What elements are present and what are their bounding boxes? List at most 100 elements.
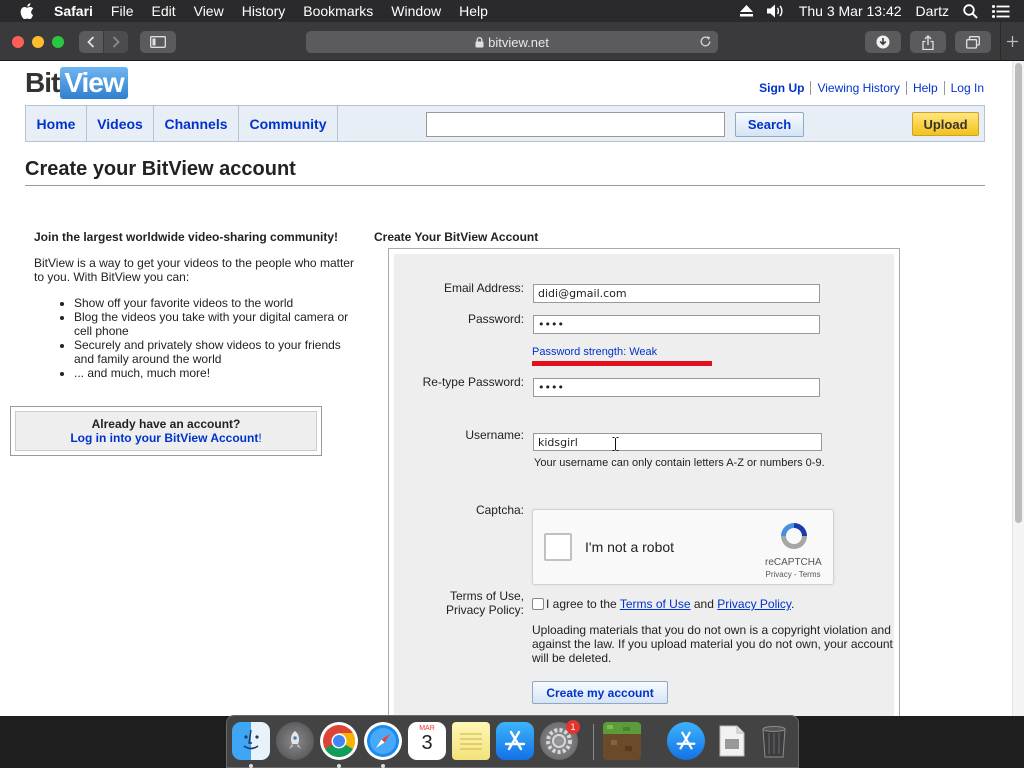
captcha-label: Captcha:	[475, 503, 524, 517]
search-input[interactable]	[426, 112, 725, 137]
zoom-window-button[interactable]	[52, 36, 64, 48]
help-link[interactable]: Help	[905, 81, 944, 95]
share-button[interactable]	[910, 31, 946, 53]
retype-password-label: Re-type Password:	[422, 375, 524, 389]
menu-file[interactable]: File	[111, 3, 134, 19]
tabs-overview-button[interactable]	[955, 31, 991, 53]
username-hint: Your username can only contain letters A…	[534, 457, 825, 469]
recaptcha-logo-icon	[778, 520, 810, 557]
sidebar-icon	[150, 36, 166, 48]
login-account-link[interactable]: Log in into your BitView Account	[70, 431, 258, 445]
username-field[interactable]: kidsgirl	[533, 433, 822, 451]
existing-account-inner: Already have an account? Log in into you…	[15, 411, 317, 451]
nav-videos[interactable]: Videos	[87, 106, 154, 141]
menu-history[interactable]: History	[242, 3, 286, 19]
terms-label-line1: Terms of Use,	[449, 589, 524, 603]
document-icon[interactable]	[713, 722, 751, 760]
finder-icon[interactable]	[232, 722, 270, 760]
new-tab-button[interactable]	[1000, 22, 1024, 61]
form-heading: Create Your BitView Account	[374, 230, 539, 244]
terms-of-use-link[interactable]: Terms of Use	[620, 597, 691, 611]
menu-app-safari[interactable]: Safari	[54, 3, 93, 19]
calendar-icon[interactable]: MAR 3	[408, 722, 446, 760]
reload-icon[interactable]	[699, 35, 712, 51]
eject-icon[interactable]	[739, 5, 753, 17]
calendar-month: MAR	[419, 725, 435, 732]
menu-window[interactable]: Window	[391, 3, 441, 19]
menubar-user[interactable]: Dartz	[916, 3, 949, 19]
intro-column: Join the largest worldwide video-sharing…	[34, 230, 354, 380]
menu-help[interactable]: Help	[459, 3, 488, 19]
minimize-window-button[interactable]	[32, 36, 44, 48]
downloads-button[interactable]	[865, 31, 901, 53]
sign-up-link[interactable]: Sign Up	[753, 81, 810, 95]
menu-bookmarks[interactable]: Bookmarks	[303, 3, 373, 19]
download-icon	[876, 35, 890, 49]
nav-channels[interactable]: Channels	[154, 106, 239, 141]
intro-heading: Join the largest worldwide video-sharing…	[34, 230, 339, 244]
signup-form-inner: Email Address: Password: Re-type Passwor…	[394, 254, 894, 716]
agree-prefix: I agree to the	[546, 597, 620, 611]
signup-form: Email Address: Password: Re-type Passwor…	[388, 248, 900, 716]
title-divider	[25, 185, 985, 186]
address-bar[interactable]: bitview.net	[306, 31, 718, 53]
list-icon[interactable]	[992, 4, 1010, 18]
menu-view[interactable]: View	[194, 3, 224, 19]
privacy-policy-link[interactable]: Privacy Policy	[717, 597, 791, 611]
password-strength-text: Password strength: Weak	[532, 346, 658, 358]
nav-community[interactable]: Community	[239, 106, 338, 141]
copyright-warning: Uploading materials that you do not own …	[532, 623, 893, 665]
nav-home[interactable]: Home	[26, 106, 87, 141]
scrollbar-thumb[interactable]	[1015, 63, 1022, 523]
back-button[interactable]	[79, 31, 103, 53]
existing-account-question: Already have an account?	[91, 417, 241, 431]
menu-bar: Safari File Edit View History Bookmarks …	[0, 0, 1024, 22]
password-field[interactable]: ••••	[533, 315, 820, 334]
recaptcha-checkbox[interactable]	[544, 533, 572, 561]
chevron-right-icon	[112, 36, 120, 48]
minecraft-icon[interactable]	[603, 722, 641, 760]
app-store-folder-icon[interactable]	[667, 722, 705, 760]
login-link-suffix: !	[258, 431, 262, 445]
page-scrollbar[interactable]	[1012, 61, 1024, 716]
address-url: bitview.net	[488, 34, 549, 50]
agree-terms-checkbox[interactable]	[532, 598, 544, 610]
password-label: Password:	[467, 312, 524, 326]
notes-icon[interactable]	[452, 722, 490, 760]
upload-button[interactable]: Upload	[912, 112, 979, 136]
list-item: Blog the videos you take with your digit…	[74, 310, 354, 338]
email-label: Email Address:	[443, 281, 524, 295]
password-strength-bar	[532, 361, 712, 366]
email-field[interactable]: didi@gmail.com	[533, 284, 820, 303]
create-account-button[interactable]: Create my account	[532, 681, 668, 704]
form-label-column: Email Address: Password: Re-type Passwor…	[394, 254, 524, 716]
dock: MAR 3 1	[226, 715, 799, 768]
forward-button[interactable]	[104, 31, 128, 53]
menu-edit[interactable]: Edit	[151, 3, 175, 19]
apple-icon[interactable]	[20, 3, 38, 19]
terms-label-line2: Privacy Policy:	[445, 603, 524, 617]
logo-view: View	[60, 67, 128, 99]
log-in-link[interactable]: Log In	[943, 81, 984, 95]
retype-password-field[interactable]: ••••	[533, 378, 820, 397]
page-title: Create your BitView account	[25, 158, 296, 180]
search-button[interactable]: Search	[735, 112, 804, 137]
list-item: Show off your favorite videos to the wor…	[74, 296, 354, 310]
chrome-icon[interactable]	[320, 722, 358, 760]
app-store-icon[interactable]	[496, 722, 534, 760]
bitview-logo[interactable]: Bit View	[25, 66, 128, 100]
sidebar-toggle-button[interactable]	[140, 31, 176, 53]
menubar-clock[interactable]: Thu 3 Mar 13:42	[799, 3, 902, 19]
search-icon[interactable]	[963, 3, 978, 19]
launchpad-icon[interactable]	[276, 722, 314, 760]
username-label: Username:	[465, 428, 524, 442]
text-cursor-icon	[612, 437, 619, 456]
trash-icon[interactable]	[755, 722, 793, 760]
recaptcha-terms[interactable]: Privacy - Terms	[761, 570, 825, 579]
plus-icon	[1007, 36, 1018, 47]
viewing-history-link[interactable]: Viewing History	[810, 81, 905, 95]
close-window-button[interactable]	[12, 36, 24, 48]
finder-running-dot	[249, 764, 253, 768]
volume-icon[interactable]	[766, 4, 785, 18]
safari-icon[interactable]	[364, 722, 402, 760]
